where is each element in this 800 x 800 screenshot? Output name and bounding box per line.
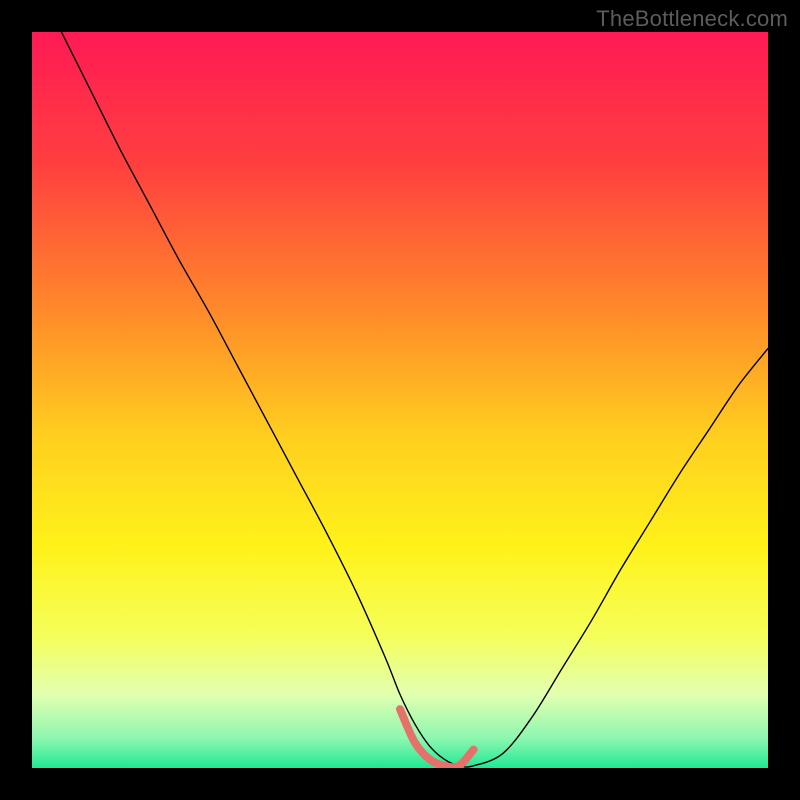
plot-background — [32, 32, 768, 768]
chart-frame: TheBottleneck.com — [0, 0, 800, 800]
watermark-text: TheBottleneck.com — [596, 6, 788, 32]
bottleneck-chart — [32, 32, 768, 768]
